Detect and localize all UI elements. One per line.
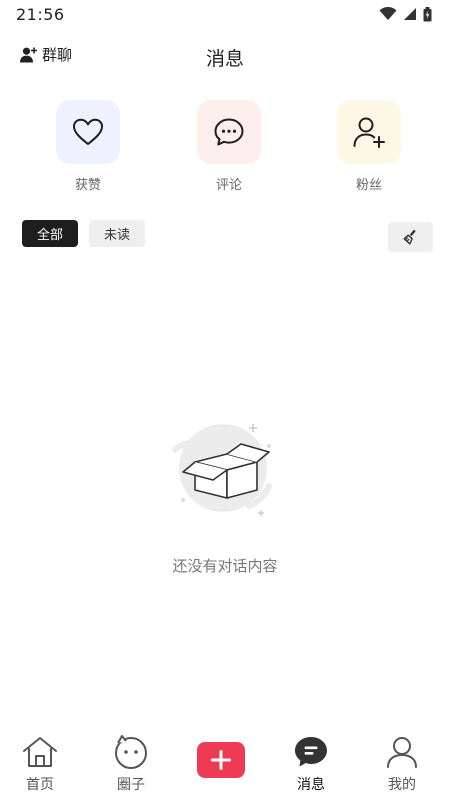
message-categories: 获赞 评论 粉丝 (0, 100, 450, 200)
nav-mine[interactable]: 我的 (362, 732, 442, 800)
filter-unread-button[interactable]: 未读 (89, 220, 145, 247)
status-time: 21:56 (16, 4, 65, 24)
category-likes-label: 获赞 (74, 178, 101, 193)
nav-home-label: 首页 (26, 777, 54, 793)
clear-messages-button[interactable] (388, 222, 433, 252)
nav-messages-label: 消息 (297, 777, 325, 793)
comment-bubble-icon (214, 118, 244, 146)
group-chat-label: 群聊 (42, 46, 73, 64)
circle-face-icon (115, 735, 147, 769)
empty-state-text: 还没有对话内容 (172, 557, 278, 575)
add-user-icon (20, 47, 37, 62)
empty-state: 还没有对话内容 (0, 410, 450, 590)
signal-icon (404, 8, 416, 20)
category-fans-box (337, 100, 401, 164)
nav-circle-label: 圈子 (117, 777, 145, 793)
home-icon (23, 737, 57, 767)
add-user-icon (353, 117, 385, 148)
post-button[interactable] (197, 742, 245, 778)
filter-all-button[interactable]: 全部 (22, 220, 78, 247)
category-comments-label: 评论 (215, 178, 242, 193)
group-chat-button[interactable]: 群聊 (20, 44, 72, 65)
nav-home[interactable]: 首页 (0, 732, 80, 800)
bottom-nav: 首页 圈子 消息 我的 (0, 732, 450, 800)
category-comments-box (197, 100, 261, 164)
nav-circle[interactable]: 圈子 (91, 732, 171, 800)
nav-mine-label: 我的 (388, 777, 416, 793)
header: 群聊 消息 (0, 38, 450, 78)
plus-icon (211, 750, 231, 770)
profile-icon (387, 737, 417, 768)
status-icons (379, 6, 432, 22)
category-likes-box (56, 100, 120, 164)
nav-post-button[interactable] (181, 732, 261, 800)
heart-icon (73, 118, 103, 145)
nav-messages[interactable]: 消息 (271, 732, 351, 800)
wifi-icon (379, 7, 397, 20)
category-fans-label: 粉丝 (355, 178, 382, 193)
broom-icon (403, 229, 415, 245)
battery-icon (423, 6, 432, 21)
category-comments[interactable]: 评论 (189, 100, 269, 200)
message-icon (295, 737, 327, 767)
category-likes[interactable]: 获赞 (48, 100, 128, 200)
status-bar: 21:56 (0, 0, 450, 28)
category-fans[interactable]: 粉丝 (329, 100, 409, 200)
empty-box-icon (172, 424, 272, 516)
filter-row: 全部 未读 (0, 220, 450, 252)
